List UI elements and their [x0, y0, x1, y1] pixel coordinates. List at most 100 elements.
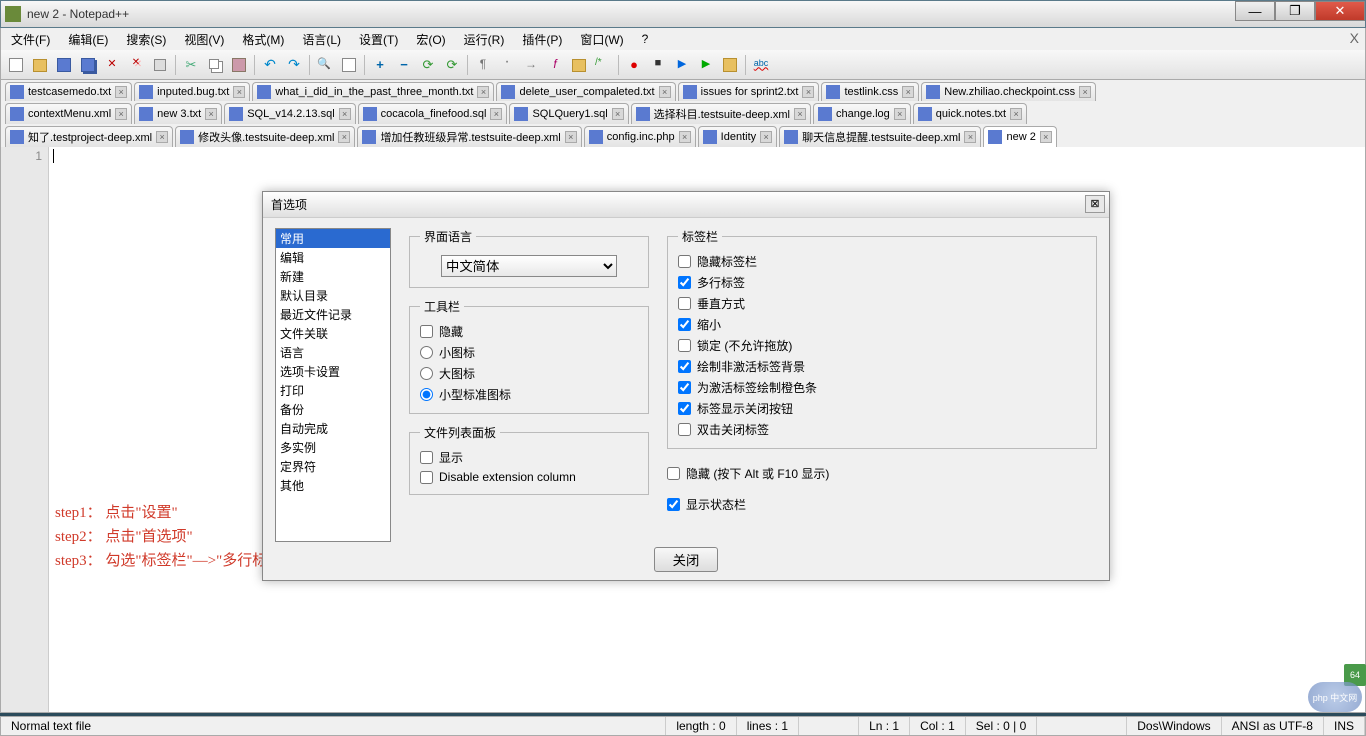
menu-help[interactable]: ? [636, 30, 655, 48]
tab-close-icon[interactable]: × [477, 86, 489, 98]
show-statusbar-checkbox[interactable] [667, 498, 680, 511]
close-file-button[interactable] [101, 54, 123, 76]
close-button[interactable]: ✕ [1315, 1, 1365, 21]
document-tab[interactable]: testcasemedo.txt× [5, 82, 132, 101]
tab-close-icon[interactable]: × [964, 131, 976, 143]
tab-close-icon[interactable]: × [115, 108, 127, 120]
document-tab[interactable]: 知了.testproject-deep.xml× [5, 126, 173, 147]
pref-category-item[interactable]: 默认目录 [276, 286, 390, 305]
pref-category-item[interactable]: 常用 [276, 229, 390, 248]
document-tab[interactable]: SQL_v14.2.13.sql× [224, 103, 355, 124]
paste-button[interactable] [228, 54, 250, 76]
pref-category-item[interactable]: 新建 [276, 267, 390, 286]
cut-button[interactable] [180, 54, 202, 76]
sync-v-button[interactable] [417, 54, 439, 76]
spellcheck-button[interactable] [750, 54, 772, 76]
folder-button[interactable] [568, 54, 590, 76]
menu-run[interactable]: 运行(R) [458, 29, 511, 50]
document-tab[interactable]: quick.notes.txt× [913, 103, 1027, 124]
pref-category-item[interactable]: 备份 [276, 400, 390, 419]
tab-close-icon[interactable]: × [679, 131, 691, 143]
macro-play-button[interactable] [671, 54, 693, 76]
menu-format[interactable]: 格式(M) [236, 29, 290, 50]
tab-close-icon[interactable]: × [338, 131, 350, 143]
toolbar-hide-checkbox[interactable] [420, 325, 433, 338]
tab-close-icon[interactable]: × [233, 86, 245, 98]
tabbar-vert-checkbox[interactable] [678, 297, 691, 310]
document-tab[interactable]: what_i_did_in_the_past_three_month.txt× [252, 82, 494, 101]
menu-settings[interactable]: 设置(T) [353, 29, 404, 50]
toolbar-std-radio[interactable] [420, 388, 433, 401]
find-button[interactable] [314, 54, 336, 76]
indent-guide-button[interactable] [520, 54, 542, 76]
tabbar-lock-checkbox[interactable] [678, 339, 691, 352]
document-tab[interactable]: 修改头像.testsuite-deep.xml× [175, 126, 355, 147]
macro-stop-button[interactable] [647, 54, 669, 76]
dialog-close-button[interactable]: ⊠ [1085, 195, 1105, 213]
tab-close-icon[interactable]: × [1010, 108, 1022, 120]
save-button[interactable] [53, 54, 75, 76]
tabbar-dbl-checkbox[interactable] [678, 423, 691, 436]
pref-category-item[interactable]: 选项卡设置 [276, 362, 390, 381]
tab-close-icon[interactable]: × [802, 86, 814, 98]
menu-macro[interactable]: 宏(O) [410, 29, 451, 50]
pref-category-item[interactable]: 自动完成 [276, 419, 390, 438]
new-file-button[interactable] [5, 54, 27, 76]
copy-button[interactable] [204, 54, 226, 76]
tab-close-icon[interactable]: × [659, 86, 671, 98]
document-tab[interactable]: new 2× [983, 126, 1056, 147]
pref-category-item[interactable]: 定界符 [276, 457, 390, 476]
document-tab[interactable]: testlink.css× [821, 82, 919, 101]
pref-category-item[interactable]: 打印 [276, 381, 390, 400]
menu-language[interactable]: 语言(L) [296, 29, 347, 50]
macro-multi-button[interactable] [695, 54, 717, 76]
document-tab[interactable]: 增加任教班级异常.testsuite-deep.xml× [357, 126, 581, 147]
zoom-out-button[interactable] [393, 54, 415, 76]
minimize-button[interactable]: — [1235, 1, 1275, 21]
document-tab[interactable]: cocacola_finefood.sql× [358, 103, 508, 124]
toolbar-small-radio[interactable] [420, 346, 433, 359]
redo-button[interactable] [283, 54, 305, 76]
tab-close-icon[interactable]: × [902, 86, 914, 98]
maximize-button[interactable]: ❐ [1275, 1, 1315, 21]
tab-close-icon[interactable]: × [894, 108, 906, 120]
document-tab[interactable]: 选择科目.testsuite-deep.xml× [631, 103, 811, 124]
macro-record-button[interactable] [623, 54, 645, 76]
tab-close-icon[interactable]: × [612, 108, 624, 120]
docpanel-ext-checkbox[interactable] [420, 471, 433, 484]
ui-language-select[interactable]: 中文简体 [441, 255, 617, 277]
tab-close-icon[interactable]: × [794, 108, 806, 120]
preferences-category-list[interactable]: 常用编辑新建默认目录最近文件记录文件关联语言选项卡设置打印备份自动完成多实例定界… [275, 228, 391, 542]
menu-plugins[interactable]: 插件(P) [516, 29, 568, 50]
tab-close-icon[interactable]: × [565, 131, 577, 143]
tabbar-hide-checkbox[interactable] [678, 255, 691, 268]
document-tab[interactable]: 聊天信息提醒.testsuite-deep.xml× [779, 126, 981, 147]
document-tab[interactable]: delete_user_compaleted.txt× [496, 82, 675, 101]
document-tab[interactable]: inputed.bug.txt× [134, 82, 250, 101]
pref-category-item[interactable]: 其他 [276, 476, 390, 495]
save-all-button[interactable] [77, 54, 99, 76]
pref-category-item[interactable]: 最近文件记录 [276, 305, 390, 324]
document-tab[interactable]: contextMenu.xml× [5, 103, 132, 124]
menu-view[interactable]: 视图(V) [178, 29, 230, 50]
menu-search[interactable]: 搜索(S) [120, 29, 172, 50]
comment-button[interactable] [592, 54, 614, 76]
document-tab[interactable]: New.zhiliao.checkpoint.css× [921, 82, 1096, 101]
tab-close-icon[interactable]: × [1040, 131, 1052, 143]
menu-file[interactable]: 文件(F) [5, 29, 56, 50]
tab-close-icon[interactable]: × [205, 108, 217, 120]
tab-close-icon[interactable]: × [115, 86, 127, 98]
sync-h-button[interactable] [441, 54, 463, 76]
document-tab[interactable]: SQLQuery1.sql× [509, 103, 628, 124]
tabbar-showclose-checkbox[interactable] [678, 402, 691, 415]
document-tab[interactable]: issues for sprint2.txt× [678, 82, 820, 101]
pref-category-item[interactable]: 编辑 [276, 248, 390, 267]
toolbar-big-radio[interactable] [420, 367, 433, 380]
document-tab[interactable]: change.log× [813, 103, 911, 124]
tab-close-icon[interactable]: × [339, 108, 351, 120]
hide-menubar-checkbox[interactable] [667, 467, 680, 480]
pref-category-item[interactable]: 多实例 [276, 438, 390, 457]
menubar-close-icon[interactable]: X [1350, 30, 1359, 46]
undo-button[interactable] [259, 54, 281, 76]
document-tab[interactable]: new 3.txt× [134, 103, 222, 124]
